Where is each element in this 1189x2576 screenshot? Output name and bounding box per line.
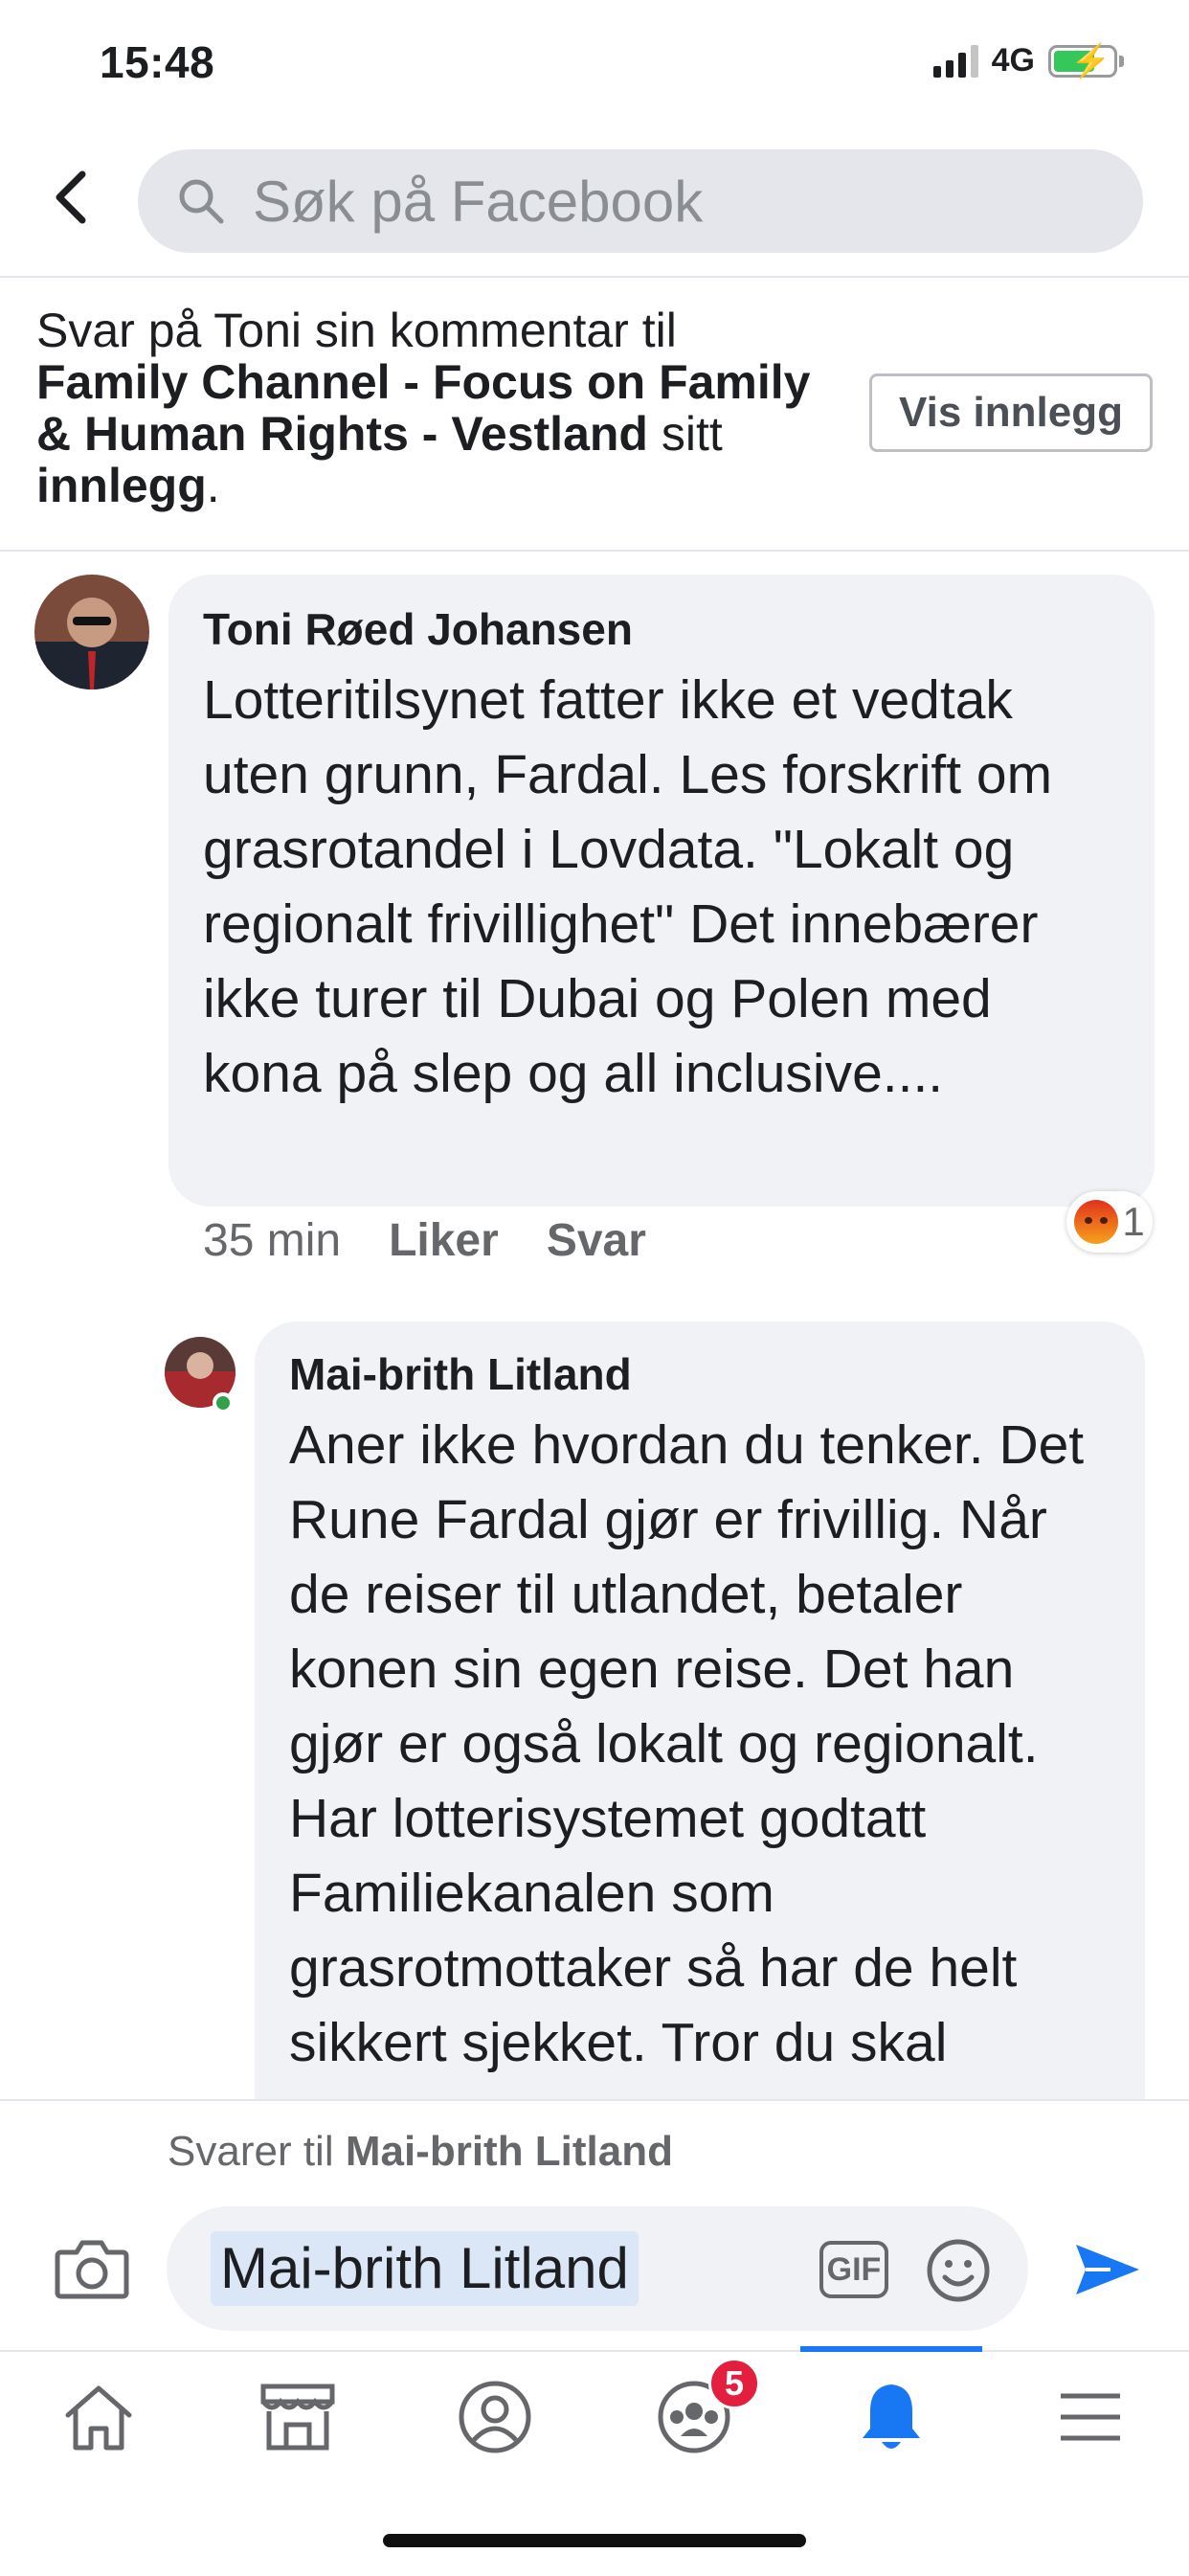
tab-menu[interactable] <box>1038 2371 1143 2463</box>
bell-icon <box>863 2384 920 2449</box>
comment-time: 35 min <box>203 1215 342 1266</box>
send-button[interactable] <box>1072 2239 1143 2300</box>
reply-button[interactable]: Svar <box>547 1215 646 1266</box>
home-icon <box>65 2385 132 2451</box>
reaction-count: 1 <box>1122 1199 1145 1244</box>
camera-button[interactable] <box>54 2235 130 2302</box>
smiley-icon <box>927 2239 990 2302</box>
groups-badge: 5 <box>708 2358 760 2409</box>
battery-icon: ⚡ <box>1048 43 1117 79</box>
angry-reaction-icon <box>1074 1200 1119 1244</box>
hamburger-menu-icon <box>1061 2393 1120 2441</box>
replying-to-label: Svarer til Mai-brith Litland <box>168 2128 674 2175</box>
camera-icon <box>55 2240 129 2299</box>
comment-text: Lotteritilsynet fatter ikke et vedtak ut… <box>203 669 1053 1104</box>
comment-author[interactable]: Mai-brith Litland <box>289 1348 1110 1400</box>
search-input[interactable]: Søk på Facebook <box>138 149 1143 253</box>
emoji-button[interactable] <box>925 2237 992 2304</box>
network-label: 4G <box>991 42 1035 79</box>
comment-meta: 35 min Liker Svar <box>203 1214 646 1267</box>
search-icon <box>179 179 224 224</box>
tab-notifications[interactable] <box>839 2371 944 2463</box>
comment-bubble: Mai-brith Litland Aner ikke hvordan du t… <box>255 1322 1145 2183</box>
status-time: 15:48 <box>100 37 215 87</box>
gif-button[interactable]: GIF <box>819 2241 888 2298</box>
reaction-summary[interactable]: 1 <box>1066 1191 1153 1253</box>
send-icon <box>1076 2245 1139 2294</box>
view-post-button[interactable]: Vis innlegg <box>869 373 1153 452</box>
active-tab-indicator <box>800 2346 982 2352</box>
home-indicator[interactable] <box>383 2534 806 2547</box>
search-placeholder: Søk på Facebook <box>253 169 704 234</box>
comment-bubble: Toni Røed Johansen Lotteritilsynet fatte… <box>168 575 1155 1207</box>
post-link[interactable]: innlegg <box>36 459 207 512</box>
reply-context: Svar på Toni sin kommentar til Family Ch… <box>36 304 811 512</box>
comment-text: Aner ikke hvordan du tenker. Det Rune Fa… <box>289 1414 1085 2073</box>
tab-profile[interactable] <box>442 2371 548 2463</box>
like-button[interactable]: Liker <box>389 1215 499 1266</box>
status-indicators: 4G ⚡ <box>932 42 1124 79</box>
comment-author[interactable]: Toni Røed Johansen <box>203 603 1120 655</box>
divider <box>0 550 1189 552</box>
profile-icon <box>459 2381 531 2453</box>
shop-icon <box>260 2384 335 2451</box>
mention-tag[interactable]: Mai-brith Litland <box>211 2231 639 2306</box>
avatar[interactable] <box>34 575 149 689</box>
chevron-left-icon <box>56 170 86 224</box>
profile-photo <box>34 575 149 689</box>
back-button[interactable] <box>42 169 100 226</box>
tab-home[interactable] <box>46 2371 151 2463</box>
signal-icon <box>932 44 978 78</box>
tab-marketplace[interactable] <box>245 2371 350 2463</box>
divider <box>0 276 1189 278</box>
online-indicator <box>213 1392 234 1413</box>
